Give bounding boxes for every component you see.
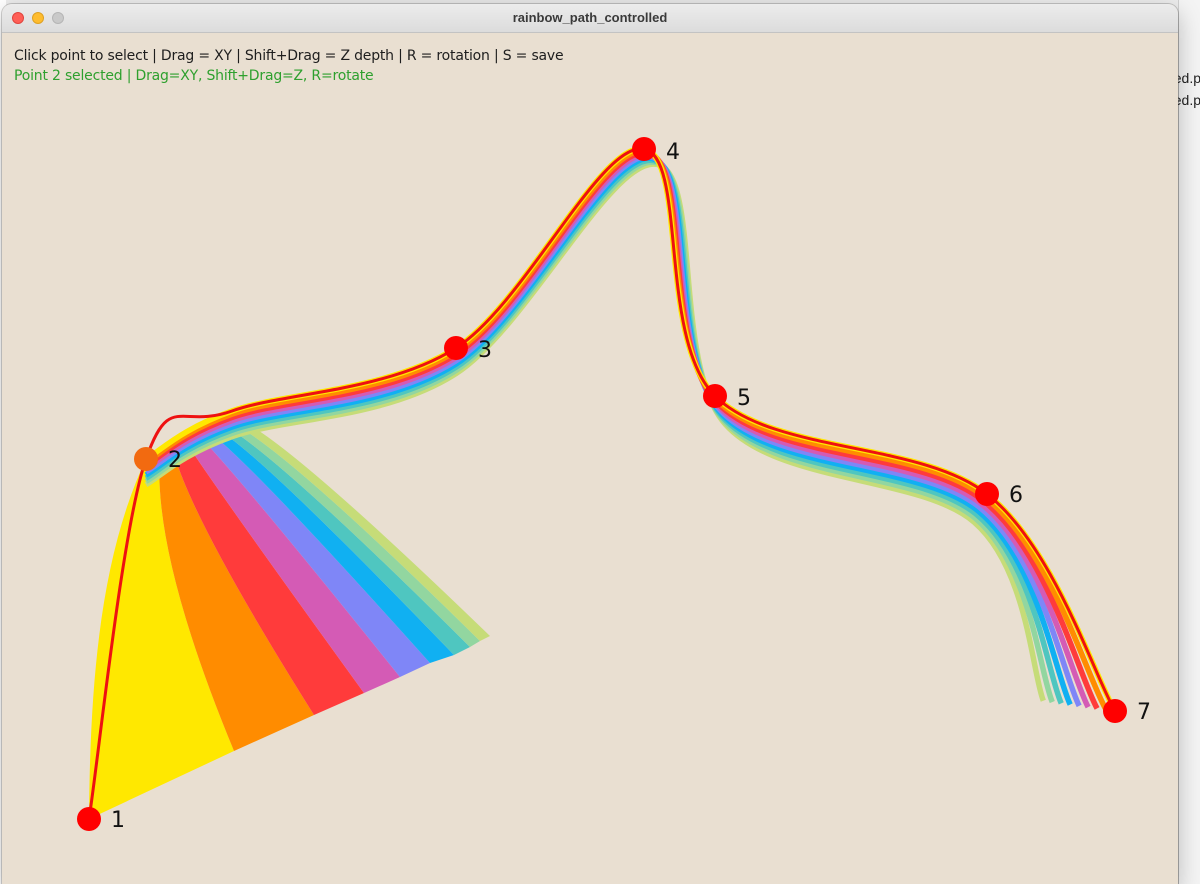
control-point-label: 4 <box>666 140 680 165</box>
control-point-label: 7 <box>1137 700 1151 725</box>
background-file-list: ed.p ed.p <box>1174 0 1200 884</box>
control-point-label: 3 <box>478 338 492 363</box>
control-point-label: 1 <box>111 808 125 833</box>
control-point-2[interactable] <box>134 447 158 471</box>
title-bar[interactable]: rainbow_path_controlled <box>2 4 1178 33</box>
drawing-canvas[interactable]: 1 2 3 4 5 6 7 Click point to select | Drag = X… <box>2 33 1178 884</box>
help-text: Click point to select | Drag = XY | Shif… <box>14 48 564 64</box>
control-point-label: 5 <box>737 386 751 411</box>
control-point-3[interactable] <box>444 336 468 360</box>
rainbow-path-canvas[interactable]: 1 2 3 4 5 6 7 <box>2 33 1178 884</box>
window-title: rainbow_path_controlled <box>512 10 668 25</box>
control-point-4[interactable] <box>632 137 656 161</box>
control-point-6[interactable] <box>975 482 999 506</box>
control-point-7[interactable] <box>1103 699 1127 723</box>
control-point-label: 2 <box>168 448 182 473</box>
control-point-5[interactable] <box>703 384 727 408</box>
control-point-label: 6 <box>1009 483 1023 508</box>
control-point-1[interactable] <box>77 807 101 831</box>
app-window: rainbow_path_controlled 1 2 3 4 5 6 7 Click po… <box>2 4 1178 884</box>
status-text: Point 2 selected | Drag=XY, Shift+Drag=Z… <box>14 68 374 84</box>
